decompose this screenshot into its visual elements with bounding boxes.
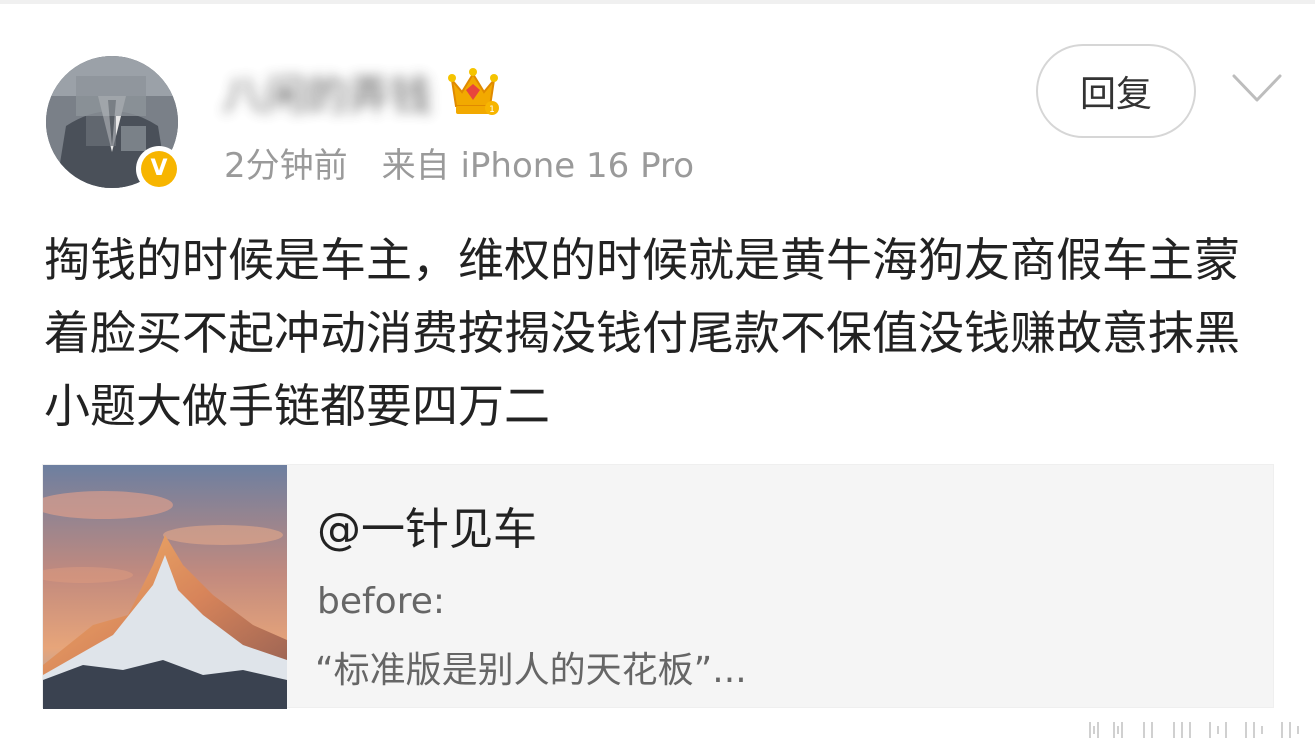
post-time: 2分钟前 (224, 146, 348, 186)
crown-icon: 1 (448, 68, 500, 115)
card-snippet-line2: “标准版是别人的天花板”... (315, 650, 747, 691)
card-snippet-line1: before: (317, 581, 445, 622)
reply-button[interactable]: 回复 (1036, 44, 1196, 138)
chevron-down-icon[interactable] (1230, 72, 1284, 106)
post-body: 掏钱的时候是车主，维权的时候就是黄牛海狗友商假车主蒙着脸买不起冲动消费按揭没钱付… (44, 233, 1240, 433)
username[interactable]: 八闲的弄钱 (222, 62, 432, 123)
verified-badge-icon: V (136, 146, 182, 192)
mountain-image (43, 465, 287, 709)
post-meta: 2分钟前 来自 iPhone 16 Pro (224, 138, 694, 187)
card-thumbnail (43, 465, 287, 709)
quote-card[interactable]: @一针见车 before: “标准版是别人的天花板”... (42, 464, 1274, 709)
top-divider (0, 0, 1315, 4)
svg-text:1: 1 (489, 105, 495, 115)
username-row: 八闲的弄钱 1 (222, 62, 500, 122)
post-source: 来自 iPhone 16 Pro (381, 146, 695, 186)
card-title: @一针见车 (317, 504, 537, 555)
watermark (1089, 722, 1299, 738)
